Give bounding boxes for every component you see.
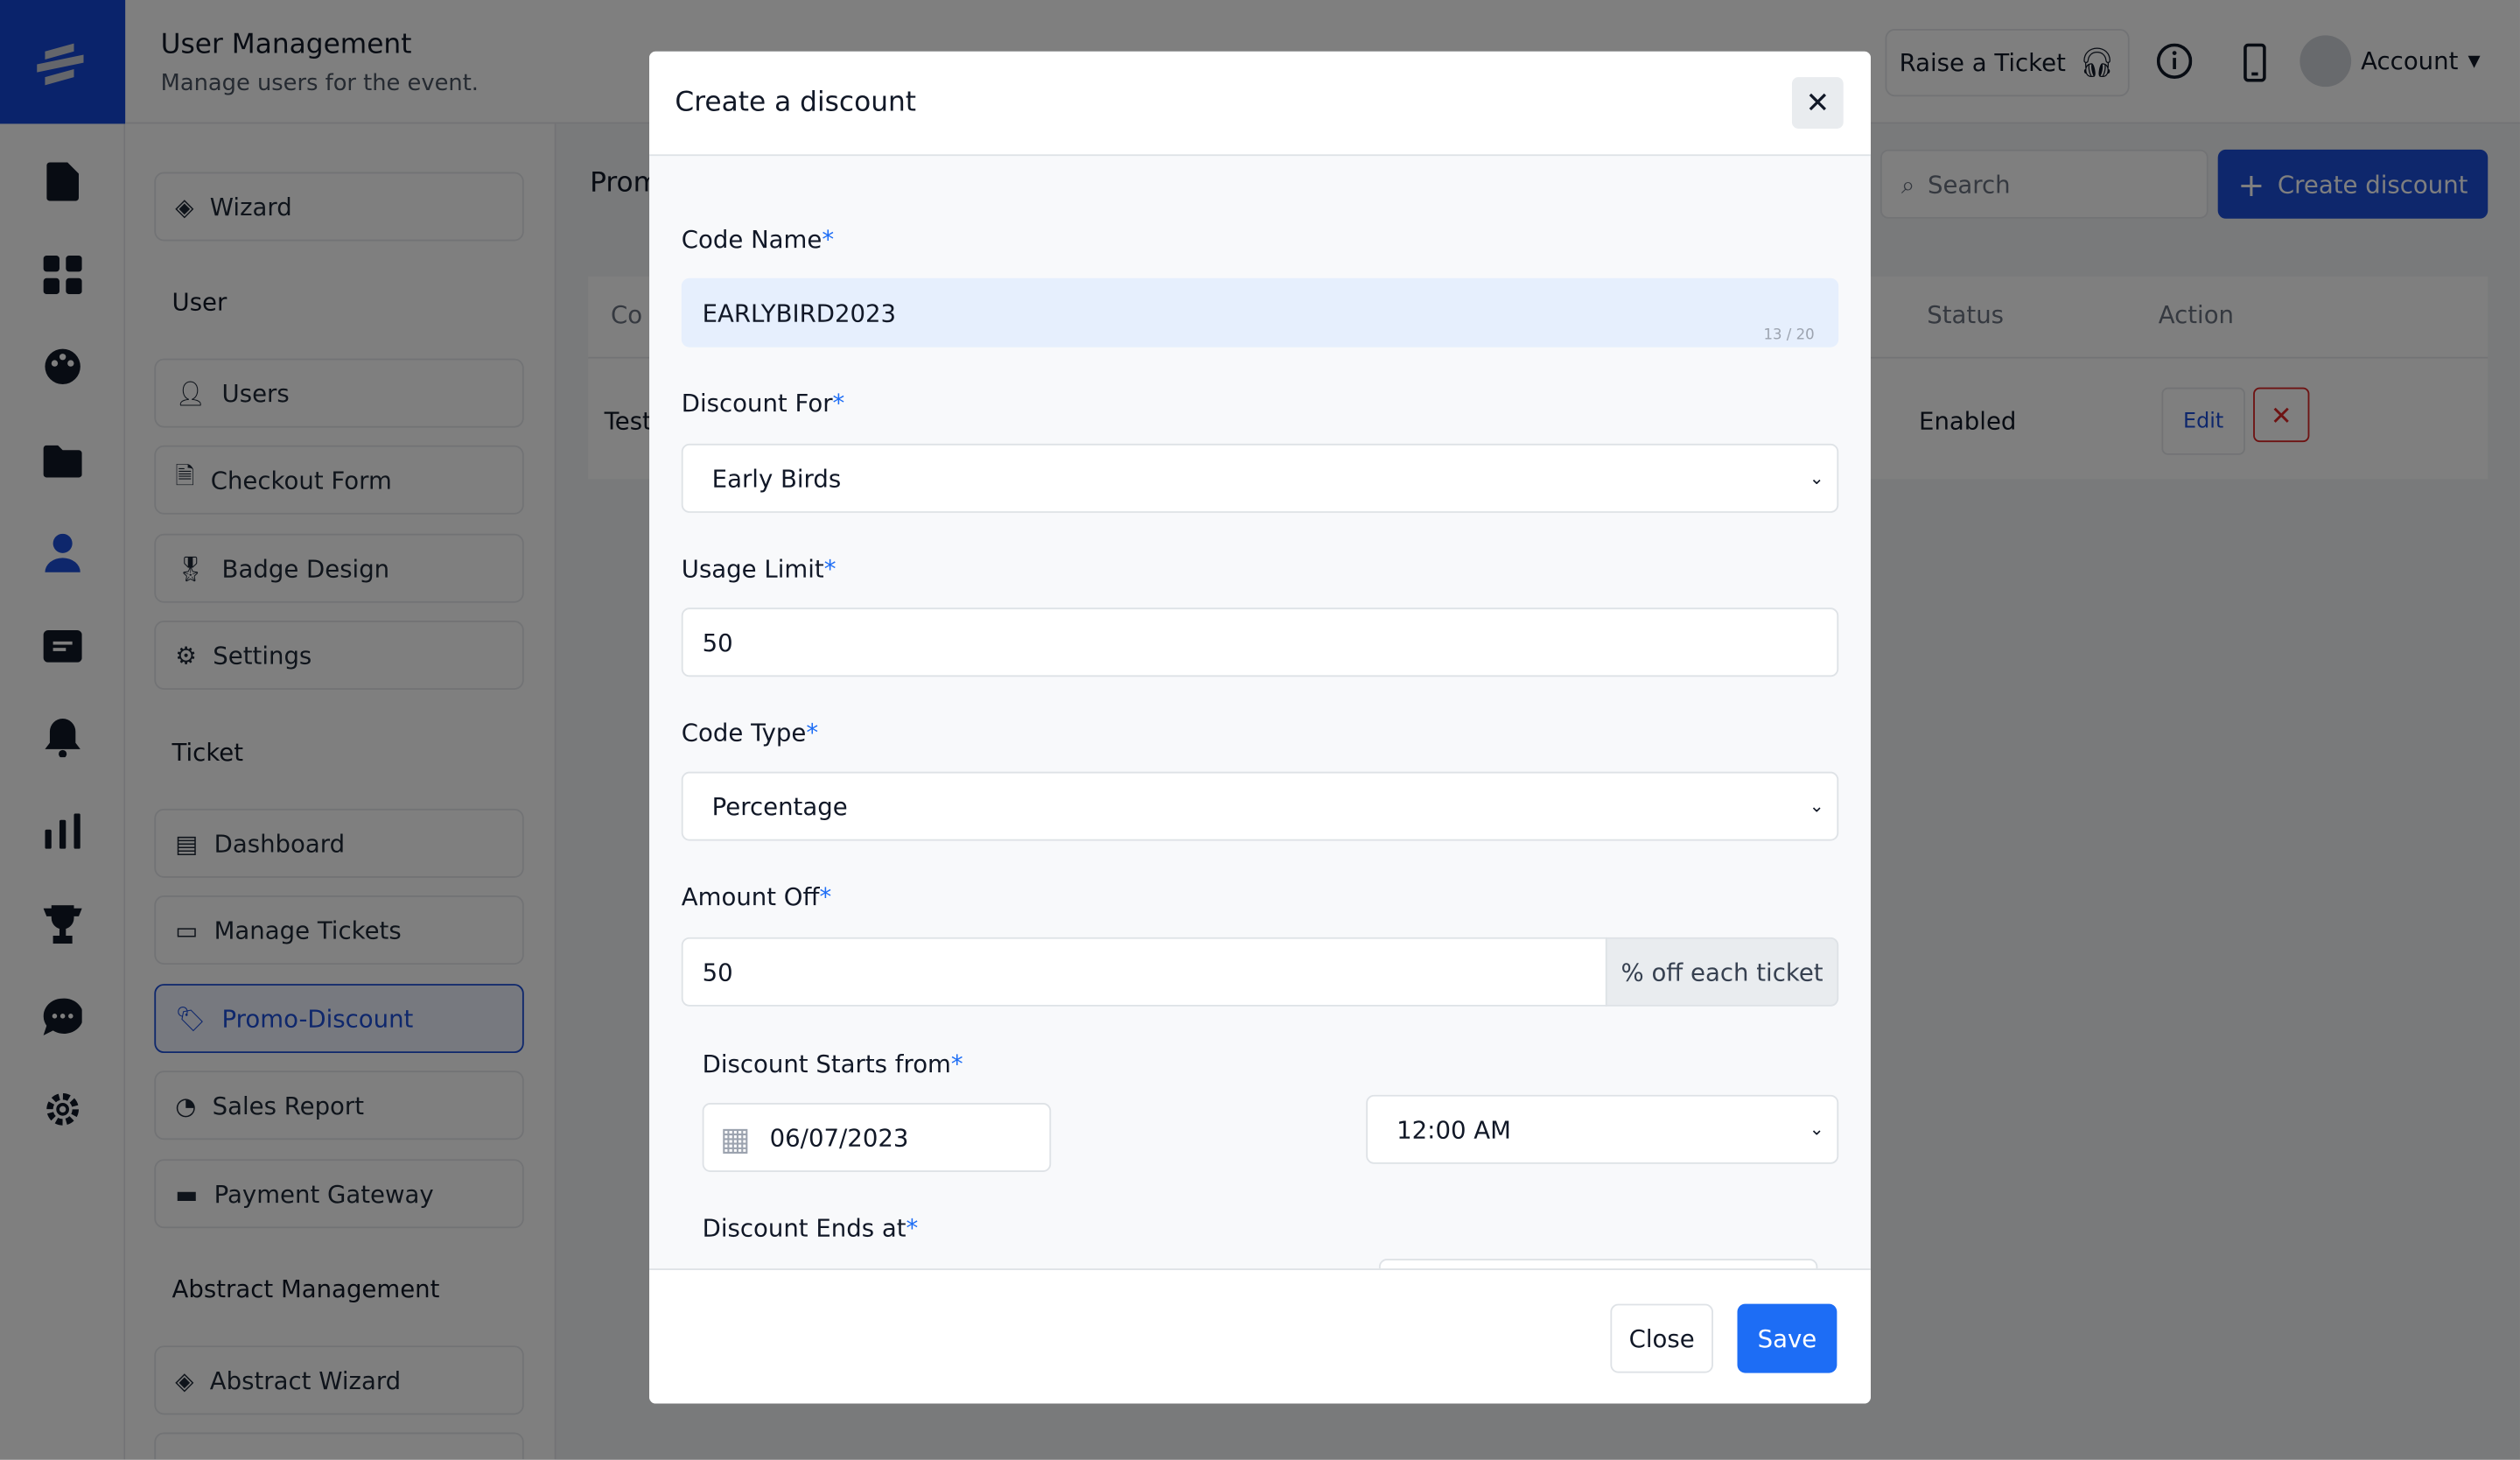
ends-label: Discount Ends at*: [702, 1213, 919, 1243]
code-type-select[interactable]: Percentage ⌄: [681, 771, 1839, 841]
amount-suffix: % off each ticket: [1605, 937, 1839, 1007]
amount-off-value: 50: [702, 957, 733, 986]
char-counter: 13 / 20: [1763, 327, 1815, 345]
start-time-value: 12:00 AM: [1396, 1114, 1511, 1144]
discount-for-value: Early Birds: [711, 463, 842, 493]
start-date-input[interactable]: ▦ 06/07/2023: [702, 1102, 1052, 1172]
starts-label: Discount Starts from*: [702, 1049, 963, 1079]
save-button[interactable]: Save: [1737, 1303, 1838, 1373]
close-icon: ✕: [1805, 86, 1830, 120]
modal-title: Create a discount: [675, 87, 917, 119]
code-name-input[interactable]: EARLYBIRD2023 13 / 20: [681, 277, 1839, 347]
chevron-down-icon: ⌄: [1809, 1119, 1824, 1141]
discount-for-label: Discount For*: [681, 389, 845, 418]
amount-off-label: Amount Off*: [681, 882, 832, 912]
modal-footer: Close Save: [649, 1268, 1871, 1404]
start-date-value: 06/07/2023: [769, 1122, 909, 1153]
modal-close-button[interactable]: ✕: [1791, 77, 1844, 129]
code-name-label: Code Name*: [681, 225, 835, 255]
usage-limit-input[interactable]: 50: [681, 607, 1839, 677]
discount-for-select[interactable]: Early Birds ⌄: [681, 443, 1839, 513]
chevron-down-icon: ⌄: [1809, 796, 1824, 818]
usage-limit-value: 50: [702, 628, 733, 657]
calendar-icon: ▦: [719, 1118, 751, 1157]
code-name-value: EARLYBIRD2023: [702, 298, 897, 327]
amount-off-input[interactable]: 50: [681, 937, 1607, 1007]
usage-limit-label: Usage Limit*: [681, 554, 836, 584]
close-button[interactable]: Close: [1610, 1303, 1713, 1373]
create-discount-modal: Create a discount ✕ Code Name* EARLYBIRD…: [649, 51, 1871, 1404]
start-time-select[interactable]: 12:00 AM ⌄: [1366, 1094, 1839, 1164]
code-type-label: Code Type*: [681, 719, 819, 748]
chevron-down-icon: ⌄: [1809, 467, 1824, 489]
code-type-value: Percentage: [711, 791, 848, 821]
